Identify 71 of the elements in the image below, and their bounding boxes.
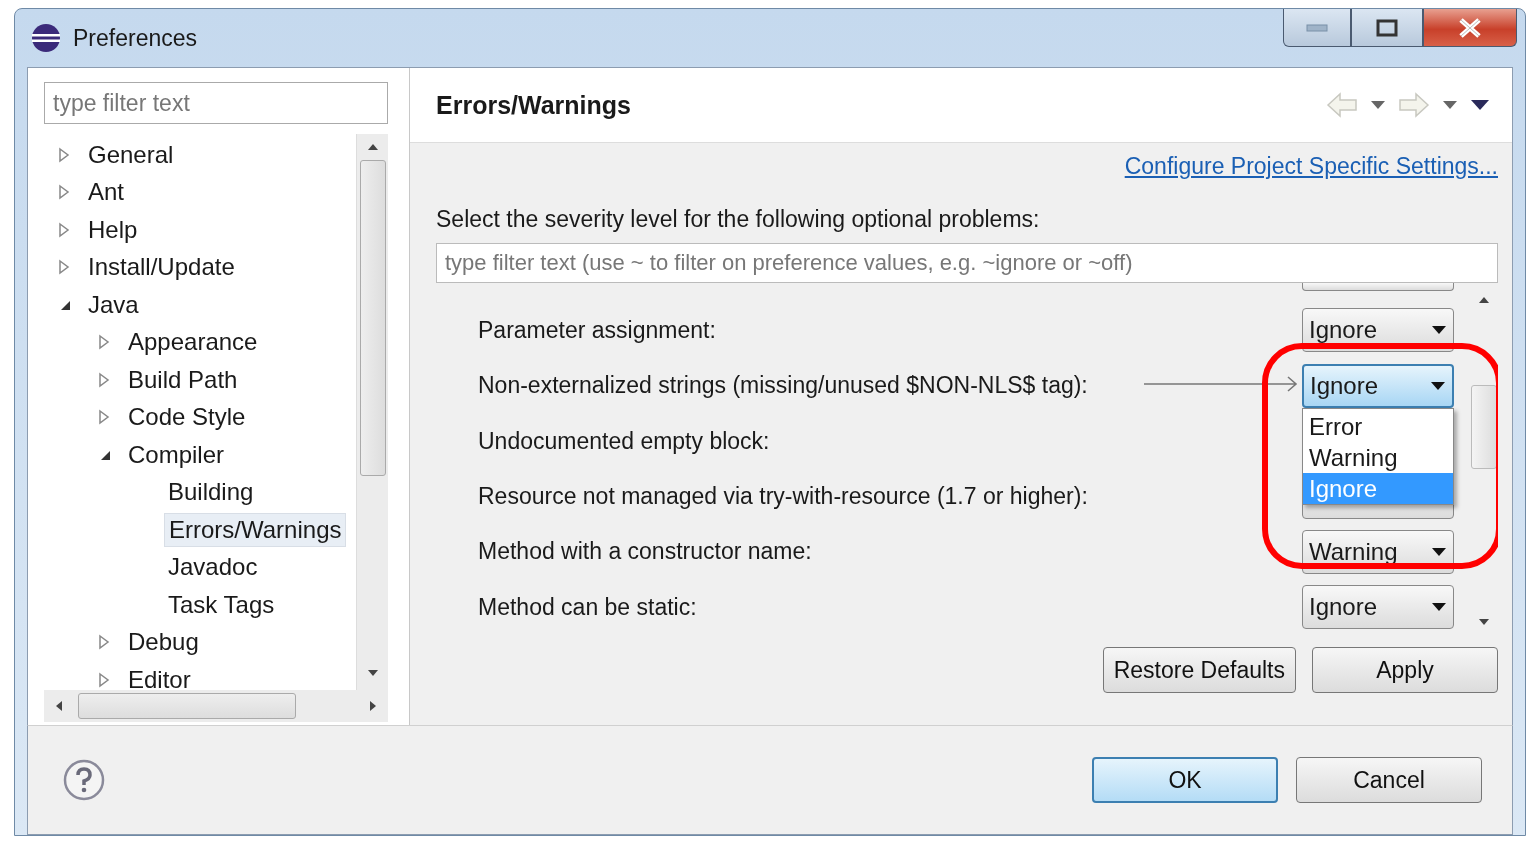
dropdown-caret-icon[interactable] bbox=[1370, 100, 1386, 110]
option-label: Undocumented empty block: bbox=[478, 427, 770, 455]
tree-item[interactable]: Building bbox=[164, 476, 258, 509]
restore-defaults-button[interactable]: Restore Defaults bbox=[1102, 647, 1296, 693]
horizontal-scrollbar[interactable] bbox=[44, 690, 388, 722]
dropdown-option[interactable]: Warning bbox=[1303, 441, 1453, 473]
tree-item[interactable]: Code Style bbox=[124, 401, 250, 434]
view-menu-icon[interactable] bbox=[1470, 99, 1490, 111]
scroll-thumb[interactable] bbox=[78, 693, 296, 719]
scroll-up-icon[interactable] bbox=[1477, 295, 1491, 305]
collapsed-triangle-icon[interactable] bbox=[58, 259, 70, 276]
option-label: Method with a constructor name: bbox=[478, 538, 812, 566]
minimize-icon bbox=[1306, 23, 1328, 32]
dropdown-caret-icon bbox=[1431, 602, 1447, 613]
scroll-thumb[interactable] bbox=[1471, 385, 1497, 469]
dropdown[interactable]: Ignore bbox=[1302, 585, 1454, 630]
option-label: Non-externalized strings (missing/unused $NON-NLS$ tag): bbox=[478, 372, 1088, 400]
maximize-button[interactable] bbox=[1351, 9, 1423, 47]
vertical-scrollbar[interactable] bbox=[356, 134, 388, 690]
tree-item[interactable]: Task Tags bbox=[164, 588, 279, 621]
window-title: Preferences bbox=[73, 24, 197, 52]
sphere-logo-icon bbox=[31, 23, 61, 53]
option-label: Method can be static: bbox=[478, 593, 697, 621]
collapsed-triangle-icon[interactable] bbox=[98, 634, 110, 651]
tree-item[interactable]: Debug bbox=[124, 626, 203, 659]
tree-item[interactable]: Install/Update bbox=[84, 251, 239, 284]
scroll-down-icon[interactable] bbox=[365, 668, 380, 678]
tree-item[interactable]: Build Path bbox=[124, 363, 242, 396]
apply-button[interactable]: Apply bbox=[1312, 647, 1498, 693]
scroll-right-icon[interactable] bbox=[368, 699, 378, 713]
collapsed-triangle-icon[interactable] bbox=[58, 184, 70, 201]
scroll-down-icon[interactable] bbox=[1477, 617, 1491, 627]
tree-item[interactable]: Help bbox=[84, 213, 142, 246]
dropdown-caret-icon bbox=[1430, 380, 1446, 391]
dropdown-caret-icon[interactable] bbox=[1442, 100, 1458, 110]
scroll-thumb[interactable] bbox=[359, 160, 386, 476]
tree-item[interactable]: Compiler bbox=[124, 438, 229, 471]
dropdown-caret-icon bbox=[1431, 325, 1447, 336]
filter-field[interactable]: type filter text bbox=[44, 82, 388, 124]
tree-item[interactable]: Errors/Warnings bbox=[164, 512, 347, 547]
option-label: Parameter assignment: bbox=[478, 316, 716, 344]
tree-item[interactable]: Editor bbox=[124, 663, 195, 690]
intro-text: Select the severity level for the following optional problems: bbox=[436, 206, 1041, 233]
scroll-up-icon[interactable] bbox=[365, 142, 380, 152]
close-button[interactable] bbox=[1423, 9, 1517, 47]
tree-item[interactable]: Javadoc bbox=[164, 551, 262, 584]
collapsed-triangle-icon[interactable] bbox=[98, 334, 110, 351]
collapsed-triangle-icon[interactable] bbox=[58, 221, 70, 238]
collapsed-triangle-icon[interactable] bbox=[98, 671, 110, 688]
option-label: Resource not managed via try-with-resource (1.7 or higher): bbox=[478, 483, 1088, 511]
ok-button[interactable]: OK bbox=[1092, 757, 1278, 803]
collapsed-triangle-icon[interactable] bbox=[98, 409, 110, 426]
tree-item[interactable]: General bbox=[84, 138, 178, 171]
dropdown-caret-icon bbox=[1431, 546, 1447, 557]
tree-item[interactable]: Java bbox=[84, 288, 143, 321]
collapsed-triangle-icon[interactable] bbox=[58, 146, 70, 163]
dropdown[interactable]: Ignore bbox=[1302, 363, 1454, 408]
cancel-button[interactable]: Cancel bbox=[1296, 757, 1482, 803]
minimize-button[interactable] bbox=[1283, 9, 1351, 47]
scroll-left-icon[interactable] bbox=[54, 699, 64, 713]
dropdown[interactable] bbox=[1302, 283, 1454, 291]
project-settings-link[interactable]: Configure Project Specific Settings... bbox=[1124, 153, 1498, 180]
filter-field[interactable]: type filter text (use ~ to filter on preference values, e.g. ~ignore or ~off) bbox=[436, 243, 1498, 283]
tree-item[interactable]: Appearance bbox=[124, 326, 262, 359]
tree-item[interactable]: Ant bbox=[84, 176, 129, 209]
maximize-icon bbox=[1376, 18, 1398, 37]
dropdown-option[interactable]: Error bbox=[1303, 410, 1453, 442]
close-icon bbox=[1457, 17, 1483, 38]
collapsed-triangle-icon[interactable] bbox=[98, 371, 110, 388]
page-title: Errors/Warnings bbox=[436, 90, 631, 120]
help-icon[interactable] bbox=[62, 758, 106, 802]
